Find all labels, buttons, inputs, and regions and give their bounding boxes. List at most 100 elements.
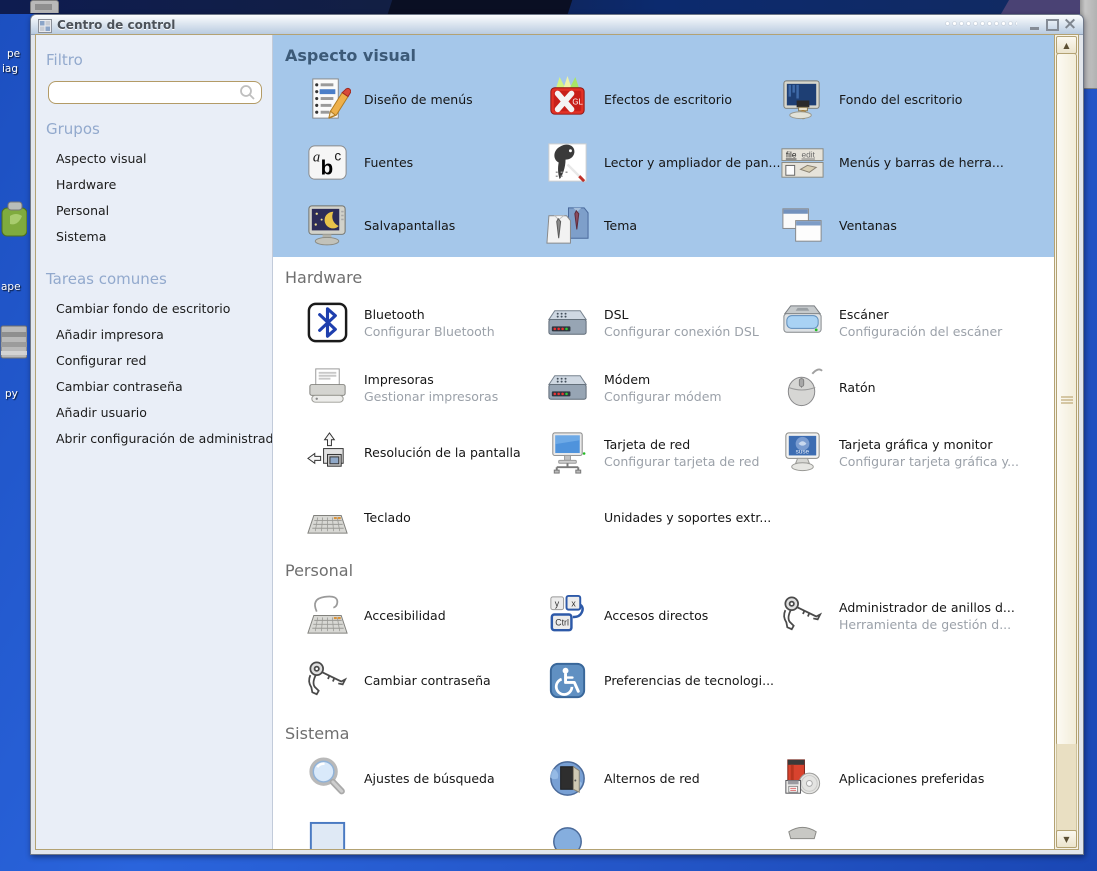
control-item-tarjeta-de-red[interactable]: Tarjeta de redConfigurar tarjeta de red bbox=[544, 429, 779, 476]
desktop: pe iag ape py Centro de control × Filtro bbox=[0, 0, 1097, 871]
desktop-icon[interactable] bbox=[0, 200, 27, 240]
control-item-teclado[interactable]: Teclado bbox=[304, 494, 544, 541]
control-item-esc-ner[interactable]: EscánerConfiguración del escáner bbox=[779, 299, 1054, 346]
sidebar-group-hardware[interactable]: Hardware bbox=[56, 177, 272, 192]
minimize-button[interactable] bbox=[1027, 17, 1041, 32]
sidebar-task-configurar-red[interactable]: Configurar red bbox=[56, 353, 272, 368]
control-item-alternos-de-red[interactable]: Alternos de red bbox=[544, 755, 779, 802]
item-label: Fondo del escritorio bbox=[839, 92, 962, 107]
section-items-aspecto-visual: Diseño de menúsGLEfectos de escritorio Fo… bbox=[273, 68, 1054, 257]
control-item-unidades-y-soportes-extr[interactable]: Unidades y soportes extr... bbox=[544, 494, 779, 541]
control-item-partial-globe-icon[interactable] bbox=[544, 820, 779, 849]
control-item-fuentes[interactable]: abcFuentes bbox=[304, 139, 544, 186]
svg-text:file: file bbox=[786, 150, 797, 160]
svg-text:Ctrl: Ctrl bbox=[555, 617, 569, 627]
desktop-icon-label-fragment: iag bbox=[2, 63, 18, 75]
screensaver-icon bbox=[304, 202, 351, 249]
item-label: Unidades y soportes extr... bbox=[604, 510, 771, 525]
keyboard-icon bbox=[304, 494, 351, 541]
control-item-cambiar-contrase-a[interactable]: Cambiar contraseña bbox=[304, 657, 544, 704]
svg-text:x: x bbox=[571, 599, 576, 609]
sidebar-group-aspecto-visual[interactable]: Aspecto visual bbox=[56, 151, 272, 166]
scrollbar-grip-icon bbox=[1061, 396, 1073, 403]
item-sublabel: Gestionar impresoras bbox=[364, 389, 498, 404]
menus-toolbars-icon: file edit bbox=[779, 139, 826, 186]
preferred-apps-icon bbox=[779, 755, 826, 802]
item-label: Ventanas bbox=[839, 218, 897, 233]
control-item-dise-o-de-men-s[interactable]: Diseño de menús bbox=[304, 76, 544, 123]
filter-heading: Filtro bbox=[46, 51, 272, 69]
printer-icon bbox=[304, 364, 351, 411]
control-item-efectos-de-escritorio[interactable]: GLEfectos de escritorio bbox=[544, 76, 779, 123]
partial-window-icon bbox=[304, 820, 351, 849]
accessibility-keyboard-icon bbox=[304, 592, 351, 639]
section-title-aspecto-visual: Aspecto visual bbox=[273, 35, 1054, 68]
item-label: Accesibilidad bbox=[364, 608, 446, 623]
sidebar-task-a-adir-usuario[interactable]: Añadir usuario bbox=[56, 405, 272, 420]
section-hardware: Hardware Bluetooth Configurar Bluetooth DSL… bbox=[273, 257, 1054, 550]
sidebar-task-abrir-configuraci-n-de-administrador[interactable]: Abrir configuración de administrador bbox=[56, 431, 272, 446]
item-sublabel: Configurar Bluetooth bbox=[364, 324, 495, 339]
close-button[interactable]: × bbox=[1063, 17, 1077, 32]
item-sublabel: Configurar conexión DSL bbox=[604, 324, 759, 339]
control-center-window-icon bbox=[38, 18, 52, 32]
sidebar-task-a-adir-impresora[interactable]: Añadir impresora bbox=[56, 327, 272, 342]
section-title-sistema: Sistema bbox=[273, 713, 1054, 746]
control-item-tema[interactable]: Tema bbox=[544, 202, 779, 249]
maximize-button[interactable] bbox=[1045, 17, 1059, 32]
sidebar-group-sistema[interactable]: Sistema bbox=[56, 229, 272, 244]
network-proxies-icon bbox=[544, 755, 591, 802]
titlebar[interactable]: Centro de control × bbox=[31, 15, 1083, 35]
item-label: Cambiar contraseña bbox=[364, 673, 491, 688]
control-item-m-dem[interactable]: MódemConfigurar módem bbox=[544, 364, 779, 411]
control-item-impresoras[interactable]: ImpresorasGestionar impresoras bbox=[304, 364, 544, 411]
control-item-accesos-directos[interactable]: yxCtrlAccesos directos bbox=[544, 592, 779, 639]
control-item-lector-y-ampliador-de-pan[interactable]: Lector y ampliador de pan... bbox=[544, 139, 779, 186]
control-item-preferencias-de-tecnologi[interactable]: Preferencias de tecnologi... bbox=[544, 657, 779, 704]
sidebar: Filtro Grupos Aspecto visualHardwarePers… bbox=[36, 35, 273, 849]
scrollbar-thumb[interactable] bbox=[1056, 53, 1077, 746]
screen-reader-icon bbox=[544, 139, 591, 186]
section-title-hardware: Hardware bbox=[273, 257, 1054, 290]
sidebar-task-cambiar-contrase-a[interactable]: Cambiar contraseña bbox=[56, 379, 272, 394]
svg-text:suse: suse bbox=[796, 448, 810, 455]
control-item-partial-drive-icon[interactable] bbox=[779, 820, 1054, 849]
removable-media-icon bbox=[544, 494, 591, 541]
control-item-fondo-del-escritorio[interactable]: Fondo del escritorio bbox=[779, 76, 1054, 123]
item-label: Resolución de la pantalla bbox=[364, 445, 521, 460]
scrollbar-down-button[interactable]: ▼ bbox=[1056, 830, 1077, 848]
svg-text:edit: edit bbox=[802, 150, 816, 160]
item-label: Bluetooth bbox=[364, 307, 495, 322]
control-item-men-s-y-barras-de-herra[interactable]: fileeditMenús y barras de herra... bbox=[779, 139, 1054, 186]
sidebar-group-personal[interactable]: Personal bbox=[56, 203, 272, 218]
scrollbar[interactable]: ▲ ▼ bbox=[1054, 35, 1078, 849]
control-item-bluetooth[interactable]: Bluetooth Configurar Bluetooth bbox=[304, 299, 544, 346]
scrollbar-trough[interactable] bbox=[1056, 744, 1077, 832]
background-window-fragment bbox=[30, 0, 59, 13]
control-item-tarjeta-gr-fica-y-monitor[interactable]: suseTarjeta gráfica y monitorConfigurar … bbox=[779, 429, 1054, 476]
scrollbar-up-button[interactable]: ▲ bbox=[1056, 36, 1077, 54]
tasks-heading: Tareas comunes bbox=[46, 270, 272, 288]
control-item-ajustes-de-b-squeda[interactable]: Ajustes de búsqueda bbox=[304, 755, 544, 802]
control-item-ventanas[interactable]: Ventanas bbox=[779, 202, 1054, 249]
section-sistema: Sistema Ajustes de búsquedaAlternos de re… bbox=[273, 713, 1054, 849]
modem-icon bbox=[544, 364, 591, 411]
control-item-aplicaciones-preferidas[interactable]: Aplicaciones preferidas bbox=[779, 755, 1054, 802]
control-item-dsl[interactable]: DSLConfigurar conexión DSL bbox=[544, 299, 779, 346]
control-item-resoluci-n-de-la-pantalla[interactable]: Resolución de la pantalla bbox=[304, 429, 544, 476]
desktop-icon-label-fragment: ape bbox=[1, 281, 21, 293]
search-input[interactable] bbox=[48, 81, 262, 104]
desktop-icon[interactable] bbox=[0, 322, 27, 362]
item-label: Módem bbox=[604, 372, 722, 387]
item-label: Accesos directos bbox=[604, 608, 708, 623]
sidebar-task-cambiar-fondo-de-escritorio[interactable]: Cambiar fondo de escritorio bbox=[56, 301, 272, 316]
control-item-accesibilidad[interactable]: Accesibilidad bbox=[304, 592, 544, 639]
graphics-card-icon: suse bbox=[779, 429, 826, 476]
item-label: Ratón bbox=[839, 380, 876, 395]
background-window-shard bbox=[388, 0, 573, 14]
control-item-partial-window-icon[interactable] bbox=[304, 820, 544, 849]
item-label: Teclado bbox=[364, 510, 411, 525]
control-item-salvapantallas[interactable]: Salvapantallas bbox=[304, 202, 544, 249]
control-item-rat-n[interactable]: Ratón bbox=[779, 364, 1054, 411]
control-item-administrador-de-anillos-d[interactable]: Administrador de anillos d...Herramienta… bbox=[779, 592, 1054, 639]
